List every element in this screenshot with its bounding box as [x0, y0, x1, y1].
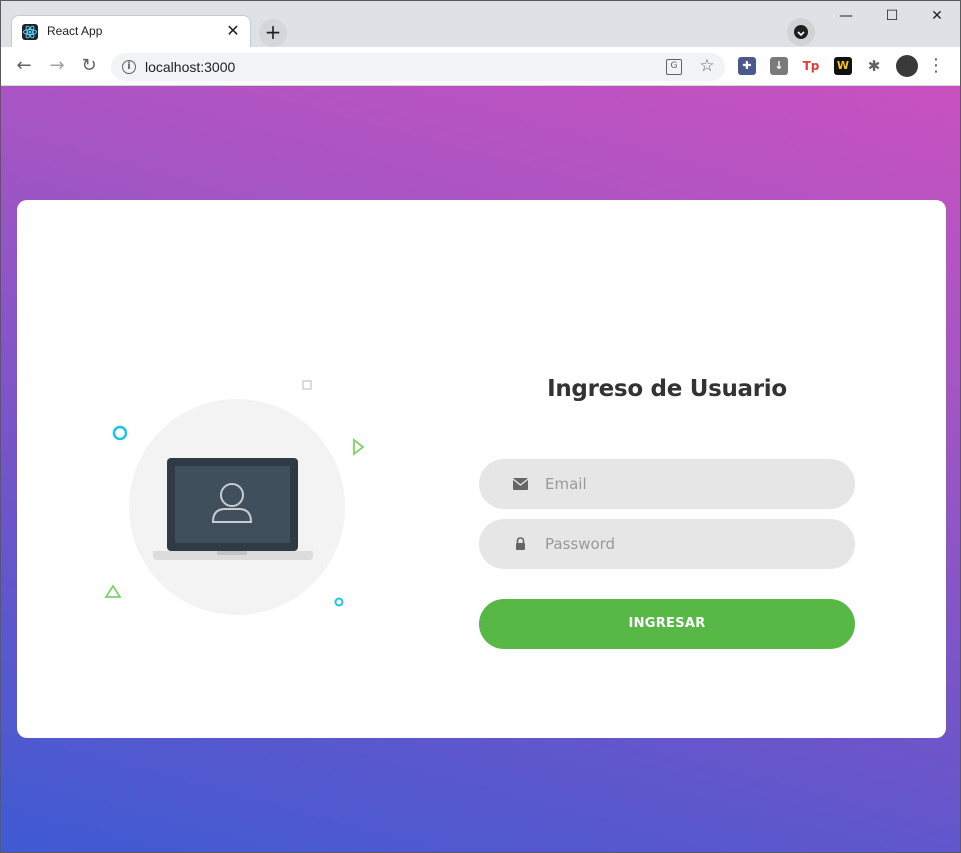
w-extension-icon[interactable]: W: [834, 57, 852, 75]
tab-strip: React App ✕ + — ☐ ✕: [1, 1, 960, 48]
forward-button[interactable]: →: [44, 53, 70, 79]
browser-window: React App ✕ + — ☐ ✕ ← → ↻ i localhost:30…: [0, 0, 961, 853]
browser-tab[interactable]: React App ✕: [11, 15, 251, 48]
login-card: Ingreso de Usuario Email INGRESAR: [17, 200, 946, 738]
info-icon[interactable]: i: [122, 60, 136, 74]
form-title: Ingreso de Usuario: [547, 376, 787, 402]
password-input[interactable]: [545, 519, 835, 569]
close-window-button[interactable]: ✕: [914, 1, 960, 31]
address-bar[interactable]: i localhost:3000 G ☆: [111, 53, 725, 81]
new-tab-button[interactable]: +: [259, 19, 287, 47]
reload-button[interactable]: ↻: [76, 53, 102, 79]
url-text[interactable]: localhost:3000: [145, 59, 235, 75]
lock-icon: [512, 536, 530, 552]
email-field[interactable]: [479, 459, 855, 509]
email-input[interactable]: [545, 459, 835, 509]
minimize-button[interactable]: —: [823, 1, 869, 31]
extensions-puzzle-icon[interactable]: ✱: [865, 57, 883, 75]
chevron-down-icon: [794, 25, 808, 39]
profile-avatar[interactable]: [896, 55, 918, 77]
laptop-user-illustration: [17, 200, 437, 738]
download-extension-icon[interactable]: ↓: [770, 57, 788, 75]
browser-menu-icon[interactable]: ⋮: [926, 53, 946, 79]
envelope-icon: [512, 476, 530, 492]
extension-1-icon[interactable]: ✚: [738, 57, 756, 75]
browser-toolbar: ← → ↻ i localhost:3000 G ☆ ✚ ↓ Tp W ✱ ⋮: [1, 47, 960, 86]
translate-icon[interactable]: G: [666, 59, 682, 75]
tab-close-icon[interactable]: ✕: [224, 22, 242, 40]
login-submit-button[interactable]: INGRESAR: [479, 599, 855, 649]
back-button[interactable]: ←: [11, 53, 37, 79]
tab-search-button[interactable]: [787, 18, 815, 46]
maximize-button[interactable]: ☐: [869, 1, 915, 31]
password-field[interactable]: [479, 519, 855, 569]
page-viewport: Ingreso de Usuario Email INGRESAR: [1, 86, 960, 852]
react-logo-icon: [22, 24, 38, 40]
tab-title: React App: [47, 24, 103, 38]
bookmark-star-icon[interactable]: ☆: [697, 56, 717, 76]
tp-extension-icon[interactable]: Tp: [802, 57, 820, 75]
